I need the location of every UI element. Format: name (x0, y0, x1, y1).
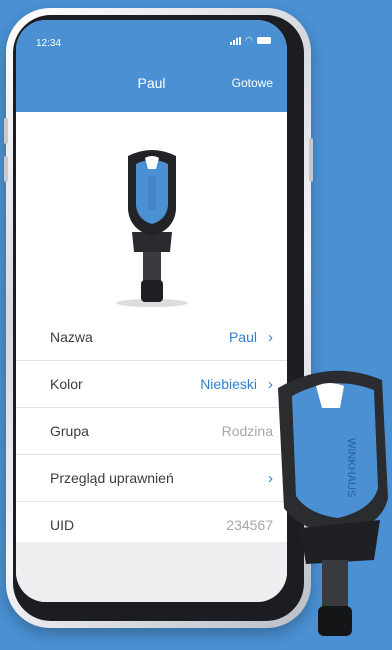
volume-down-button (4, 156, 8, 182)
row-value-uid: 234567 (226, 517, 273, 533)
row-permissions[interactable]: Przegląd uprawnień › (16, 455, 287, 502)
row-label-uid: UID (50, 517, 75, 533)
battery-icon (257, 37, 271, 44)
wifi-icon: ◠ (245, 35, 253, 45)
row-label-name: Nazwa (50, 329, 93, 345)
row-value-color: Niebieski (200, 376, 257, 392)
key-icon: WINKHAUS (278, 370, 388, 636)
power-button (309, 138, 313, 182)
status-icons: ◠ (230, 36, 271, 45)
key-brand-label: WINKHAUS (345, 438, 357, 497)
phone-screen: 12:34 ◠ Paul Gotowe Nazwa Paul › Kolor N… (16, 20, 287, 602)
nav-header: 12:34 ◠ Paul Gotowe (16, 20, 287, 112)
volume-up-button (4, 118, 8, 144)
row-name[interactable]: Nazwa Paul › (16, 314, 287, 361)
key-preview (16, 112, 287, 314)
row-color[interactable]: Kolor Niebieski › (16, 361, 287, 408)
chevron-right-icon: › (268, 328, 273, 346)
row-label-color: Kolor (50, 376, 83, 392)
row-label-group: Grupa (50, 423, 89, 439)
key-icon (116, 150, 188, 307)
screen-footer (16, 542, 287, 602)
signal-icon (230, 36, 242, 45)
row-label-permissions: Przegląd uprawnień (50, 470, 174, 486)
phone-frame: 12:34 ◠ Paul Gotowe Nazwa Paul › Kolor N… (4, 8, 313, 628)
status-time: 12:34 (36, 38, 62, 49)
row-value-name: Paul (228, 329, 257, 345)
winkhaus-key-image: WINKHAUS (270, 348, 392, 650)
row-group: Grupa Rodzina (16, 408, 287, 455)
key-details-list: Nazwa Paul › Kolor Niebieski › Grupa Rod… (16, 314, 287, 548)
row-value-group: Rodzina (221, 423, 273, 439)
done-button[interactable]: Gotowe (232, 76, 273, 90)
